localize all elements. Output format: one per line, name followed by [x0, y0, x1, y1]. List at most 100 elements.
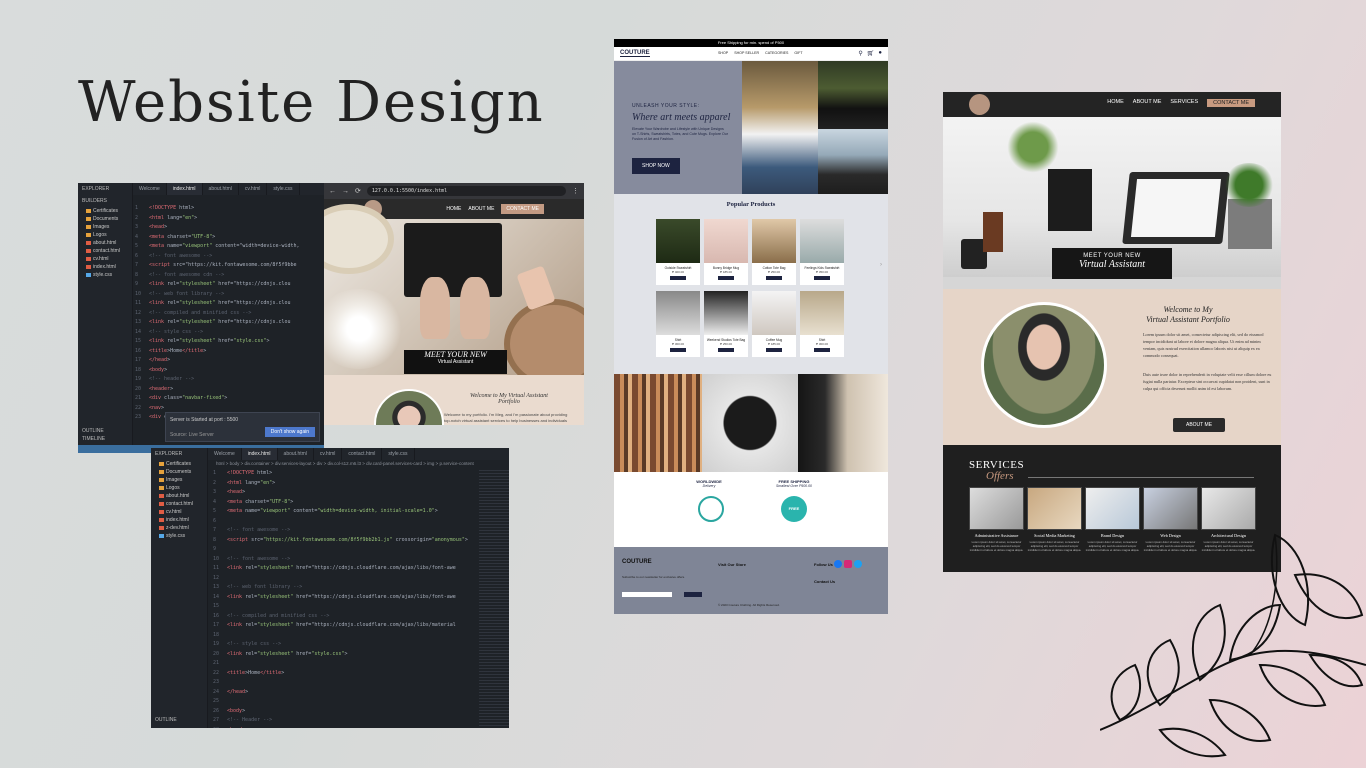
succulent-image — [1223, 163, 1275, 207]
features-section: WORLDWIDE Delivery FREE SHIPPING Smalles… — [614, 472, 888, 540]
line-number: 25 — [213, 698, 220, 704]
file-name: cv.html — [166, 509, 182, 515]
file-icon — [159, 493, 164, 498]
shipping-banner: Free Shipping for min. spend of P500 — [614, 39, 888, 47]
couture-logo: COUTURE — [620, 50, 650, 57]
file-name: contact.html — [93, 248, 120, 254]
code-text: <link rel="stylesheet" href="https://cdn… — [227, 622, 456, 628]
code-text: <link rel="stylesheet" href="https://cdn… — [227, 593, 456, 600]
line-number: 14 — [213, 593, 220, 600]
code-line: 11 <link rel="stylesheet" href="https://… — [133, 300, 324, 310]
explorer-title: EXPLORER — [82, 186, 110, 192]
file-item: about.html — [78, 239, 132, 247]
code-line: 7 <script src="https://kit.fontawesome.c… — [133, 262, 324, 272]
code-text: <link rel="stylesheet" href="https://cdn… — [149, 281, 291, 287]
code-text: <!-- web font library --> — [227, 584, 303, 590]
hero-text-panel: UNLEASH YOUR STYLE: Where art meets appa… — [614, 61, 742, 194]
code-text: </head> — [149, 357, 171, 363]
line-number: 3 — [135, 224, 139, 230]
line-number: 22 — [135, 404, 142, 411]
code-text: <!-- font awesome --> — [149, 252, 213, 259]
code-line: 8 <!-- font awesome cdn --> — [133, 272, 324, 282]
file-item: contact.html — [151, 500, 207, 508]
services-subtitle: Offers — [986, 470, 1014, 482]
code-text: <meta charset="UTF-8"> — [149, 233, 216, 240]
code-line: 14 <!-- style css --> — [133, 329, 324, 339]
product-image — [800, 291, 844, 335]
file-item: cv.html — [78, 255, 132, 263]
line-number: 23 — [213, 679, 220, 685]
file-item: Logos — [78, 231, 132, 239]
couture-navbar: COUTURE SHOP SHOP SELLER CATEGORIES GIFT… — [614, 47, 888, 61]
product-price: ₱ 300.00 — [671, 342, 684, 346]
code-text: <link rel="stylesheet" href="https://cdn… — [149, 319, 291, 325]
va-nav-contact: CONTACT ME — [1207, 99, 1255, 107]
outline-section: OUTLINE — [155, 717, 177, 723]
code-line: 3 <head> — [133, 224, 324, 234]
file-name: index.html — [93, 264, 116, 270]
file-name: style.css — [166, 533, 186, 539]
code-line: 6 <!-- font awesome --> — [133, 253, 324, 263]
leaf-8 — [1208, 698, 1272, 742]
line-number: 20 — [213, 650, 220, 657]
va-about-section: Welcome to My Virtual Assistant Portfoli… — [943, 289, 1281, 445]
editor-tab: style.css — [382, 448, 415, 460]
file-name: z-dev.html — [166, 525, 189, 531]
tshirt-photo — [702, 374, 798, 472]
file-name: about.html — [166, 493, 190, 499]
code-text: <link rel="stylesheet" href="style.css"> — [227, 650, 348, 657]
shop-now-button: SHOP NOW — [632, 158, 680, 174]
product-card: Bunny Bridge Mug ₱ 185.00 — [704, 219, 748, 285]
va-navbar: HOME ABOUT ME SERVICES CONTACT ME — [943, 92, 1281, 117]
code-line: 13 <!-- web font library --> — [211, 584, 509, 594]
line-number: 9 — [213, 546, 217, 552]
feature-worldwide: WORLDWIDE Delivery — [674, 479, 744, 488]
line-number: 1 — [135, 205, 139, 211]
code-text: <script src="https://kit.fontawesome.com… — [227, 536, 468, 543]
line-number: 7 — [135, 262, 139, 268]
file-icon — [159, 517, 164, 522]
code-line: 7 <!-- font awesome --> — [211, 527, 509, 537]
line-number: 8 — [135, 271, 139, 278]
line-number: 16 — [135, 347, 142, 354]
product-image — [752, 219, 796, 263]
line-number: 18 — [135, 366, 142, 373]
line-number: 1 — [213, 470, 217, 476]
editor-tabs: Welcome index.html about.html cv.html style.… — [133, 183, 324, 195]
code-line: 4 <meta charset="UTF-8"> — [211, 499, 509, 509]
feature-shipping-sub: Smallest Over P500.00 — [776, 484, 812, 488]
file-item: Documents — [151, 468, 207, 476]
line-number: 10 — [213, 555, 220, 562]
code-line: 18 <body> — [133, 367, 324, 377]
code-text: <header> — [149, 385, 174, 392]
timeline-section: TIMELINE — [82, 436, 106, 442]
code-line: 21 — [211, 660, 509, 670]
explorer-sidebar: EXPLORER Certificates Documents Images Logo… — [151, 448, 208, 728]
code-line: 12 — [211, 575, 509, 585]
cart-icon: 🛒︎ — [866, 51, 875, 57]
line-number: 27 — [213, 717, 220, 723]
code-text: <link rel="stylesheet" href="style.css"> — [149, 338, 270, 344]
file-icon — [86, 232, 91, 237]
nav-contact: CONTACT ME — [501, 204, 544, 214]
line-number: 15 — [213, 603, 220, 609]
nav-shop: SHOP — [718, 51, 729, 55]
va-welcome-line1: Welcome to My — [1163, 305, 1213, 314]
line-number: 2 — [135, 214, 139, 221]
line-number: 4 — [213, 498, 217, 505]
file-icon — [159, 501, 164, 506]
address-bar: 127.0.0.1:5500/index.html — [366, 186, 566, 196]
hero-description: Elevate Your Wardrobe and Lifestyle with… — [632, 127, 728, 141]
back-icon: ← — [329, 187, 336, 195]
code-line: 27 <!-- Header --> — [211, 717, 509, 727]
leaf-9 — [1258, 663, 1327, 707]
editor-tab: about.html — [203, 183, 239, 195]
file-icon — [86, 216, 91, 221]
line-number: 2 — [213, 479, 217, 486]
file-item: style.css — [78, 271, 132, 279]
line-number: 13 — [135, 319, 142, 325]
service-description: Lorem ipsum dolor sit amet, consectetur … — [1027, 540, 1082, 552]
footer-contact-title: Contact Us — [814, 579, 836, 584]
editor-tab: Welcome — [208, 448, 242, 460]
line-number: 20 — [135, 385, 142, 392]
